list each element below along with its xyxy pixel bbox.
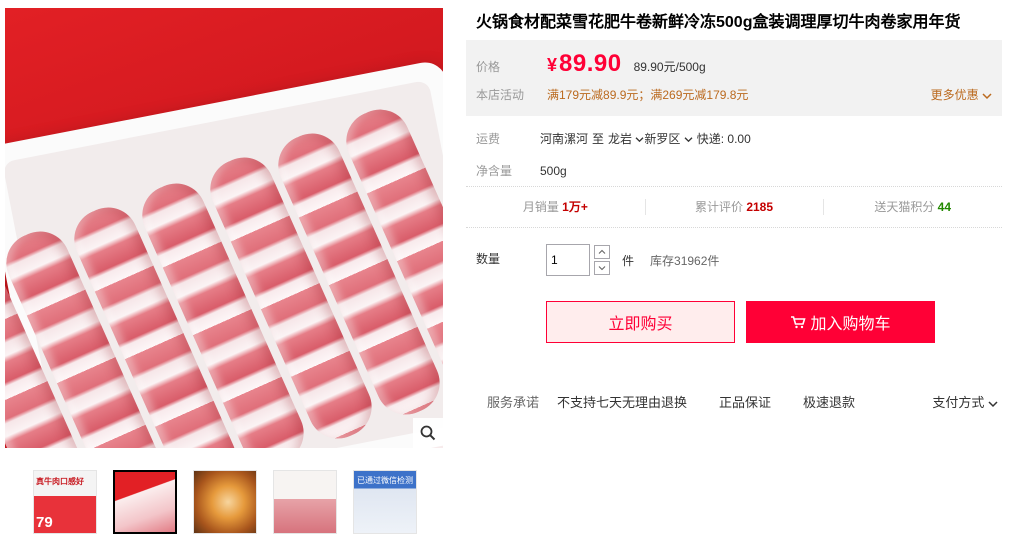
thumbnail-2[interactable] — [113, 470, 177, 534]
quantity-stepper — [594, 245, 610, 275]
chevron-down-icon — [988, 401, 998, 407]
quantity-unit: 件 — [622, 253, 635, 268]
thumbnail-5[interactable]: 已通过微信检测 — [353, 470, 417, 534]
service-row: 服务承诺 不支持七天无理由退换 正品保证 极速退款 支付方式 — [487, 392, 1002, 411]
chevron-down-icon — [635, 137, 644, 143]
stock-count: 库存31962件 — [650, 253, 720, 268]
more-deals-link[interactable]: 更多优惠 — [931, 86, 992, 103]
decrease-button[interactable] — [594, 261, 610, 275]
price-row: 价格 ¥ 89.90 89.90元/500g — [476, 50, 706, 78]
quantity-input[interactable] — [546, 244, 590, 276]
buy-now-label: 立即购买 — [608, 316, 673, 333]
service-item[interactable]: 不支持七天无理由退换 — [557, 392, 687, 411]
thumbnail-strip: 真牛肉口感好 79 已通过微信检测 — [33, 470, 417, 534]
cart-icon — [791, 316, 807, 329]
shipping-to: 至 — [592, 132, 605, 146]
promo-label: 本店活动 — [476, 88, 525, 102]
total-reviews-value: 2185 — [746, 200, 774, 214]
more-deals-label: 更多优惠 — [930, 88, 979, 102]
district-label: 新罗区 — [644, 132, 681, 146]
sales-stats: 月销量 1万+ 累计评价 2185 送天猫积分 44 — [466, 195, 1002, 219]
tmall-points-value: 44 — [937, 200, 952, 214]
chevron-down-icon — [982, 93, 992, 99]
payment-methods-label: 支付方式 — [932, 395, 985, 410]
add-to-cart-button[interactable]: 加入购物车 — [746, 301, 935, 343]
price-label: 价格 — [476, 60, 501, 74]
payment-methods-dropdown[interactable]: 支付方式 — [932, 392, 998, 411]
price-box: 价格 ¥ 89.90 89.90元/500g 本店活动 满179元减89.9元；… — [466, 40, 1002, 116]
promo-text: 满179元减89.9元；满269元减179.8元 — [547, 88, 749, 102]
thumbnail-1[interactable]: 真牛肉口感好 79 — [33, 470, 97, 534]
net-content-value: 500g — [540, 163, 567, 178]
tmall-points-label: 送天猫积分 — [874, 200, 935, 214]
buy-now-button[interactable]: 立即购买 — [546, 301, 735, 343]
tmall-points: 送天猫积分 44 — [823, 195, 1002, 219]
total-reviews-label: 累计评价 — [694, 200, 743, 214]
thumbnail-price: 79 — [36, 514, 53, 531]
chevron-down-icon — [598, 266, 606, 271]
main-product-image[interactable] — [5, 8, 443, 448]
city-dropdown[interactable]: 龙岩 — [608, 130, 644, 147]
monthly-sales-label: 月销量 — [522, 200, 559, 214]
increase-button[interactable] — [594, 245, 610, 259]
net-content-label: 净含量 — [476, 164, 513, 178]
shipping-label: 运费 — [476, 132, 501, 146]
currency-symbol: ¥ — [547, 55, 558, 75]
total-reviews[interactable]: 累计评价 2185 — [644, 195, 824, 219]
shipping-row: 运费 河南漯河 至 龙岩 新罗区 快递: 0.00 — [476, 130, 751, 147]
price-value: 89.90 — [559, 50, 622, 77]
promo-row: 本店活动 满179元减89.9元；满269元减179.8元 更多优惠 — [476, 86, 992, 103]
city-label: 龙岩 — [608, 132, 633, 146]
service-label: 服务承诺 — [487, 395, 540, 410]
zoom-button[interactable] — [413, 418, 443, 448]
divider — [466, 186, 1002, 187]
shipping-origin: 河南漯河 — [540, 132, 589, 146]
district-dropdown[interactable]: 新罗区 — [644, 130, 693, 147]
thumbnail-caption: 真牛肉口感好 — [36, 477, 84, 486]
chevron-down-icon — [684, 137, 693, 143]
net-content-row: 净含量 500g — [476, 162, 567, 179]
chevron-up-icon — [598, 249, 606, 254]
divider — [466, 227, 1002, 228]
product-title: 火锅食材配菜雪花肥牛卷新鲜冷冻500g盒装调理厚切牛肉卷家用年货 — [476, 14, 961, 31]
unit-price: 89.90元/500g — [633, 60, 706, 74]
monthly-sales: 月销量 1万+ — [466, 195, 645, 219]
service-item[interactable]: 极速退款 — [803, 392, 855, 411]
quantity-label: 数量 — [476, 252, 501, 266]
thumbnail-caption: 已通过微信检测 — [357, 476, 413, 485]
express-fee: 快递: 0.00 — [696, 132, 751, 146]
quantity-row: 数量 件 库存31962件 — [476, 244, 719, 276]
service-item[interactable]: 正品保证 — [719, 392, 771, 411]
thumbnail-4[interactable] — [273, 470, 337, 534]
magnifier-icon — [420, 425, 436, 441]
monthly-sales-value: 1万+ — [562, 200, 588, 214]
add-to-cart-label: 加入购物车 — [810, 316, 891, 333]
thumbnail-3[interactable] — [193, 470, 257, 534]
